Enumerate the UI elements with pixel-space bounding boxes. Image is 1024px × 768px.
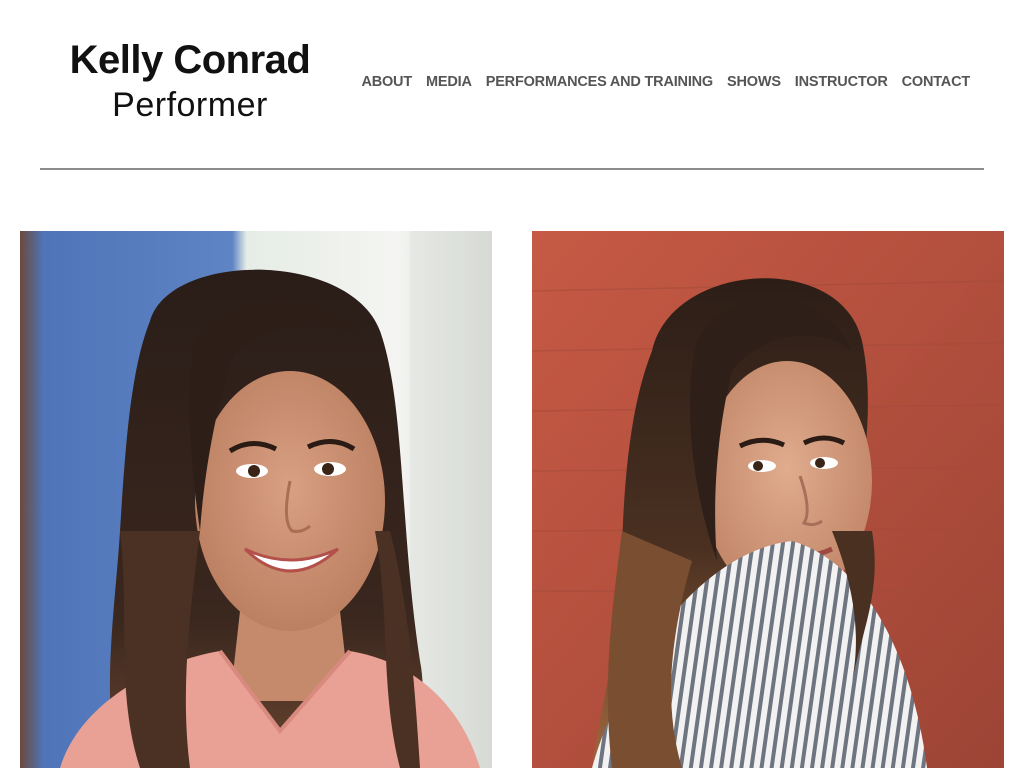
nav-item-about[interactable]: ABOUT [361,74,412,90]
headshot-smiling-image [20,231,492,768]
nav-item-performances-and-training[interactable]: PERFORMANCES AND TRAINING [486,74,713,90]
site-title[interactable]: Kelly Conrad [40,36,340,84]
headshot-over-shoulder-image [532,231,1004,768]
headshot-photo-left[interactable] [20,231,492,768]
site-subtitle: Performer [112,86,268,124]
headshot-photo-right[interactable] [532,231,1004,768]
page: Kelly Conrad Performer ABOUT MEDIA PERFO… [0,0,1024,768]
nav-item-media[interactable]: MEDIA [426,74,472,90]
site-header: Kelly Conrad Performer ABOUT MEDIA PERFO… [40,0,984,170]
nav-item-contact[interactable]: CONTACT [902,74,971,90]
nav-item-shows[interactable]: SHOWS [727,74,781,90]
header-divider [40,168,984,170]
main-nav: ABOUT MEDIA PERFORMANCES AND TRAINING SH… [361,74,970,90]
photo-gallery [20,231,1004,768]
site-brand[interactable]: Kelly Conrad Performer [40,36,340,126]
nav-item-instructor[interactable]: INSTRUCTOR [795,74,888,90]
